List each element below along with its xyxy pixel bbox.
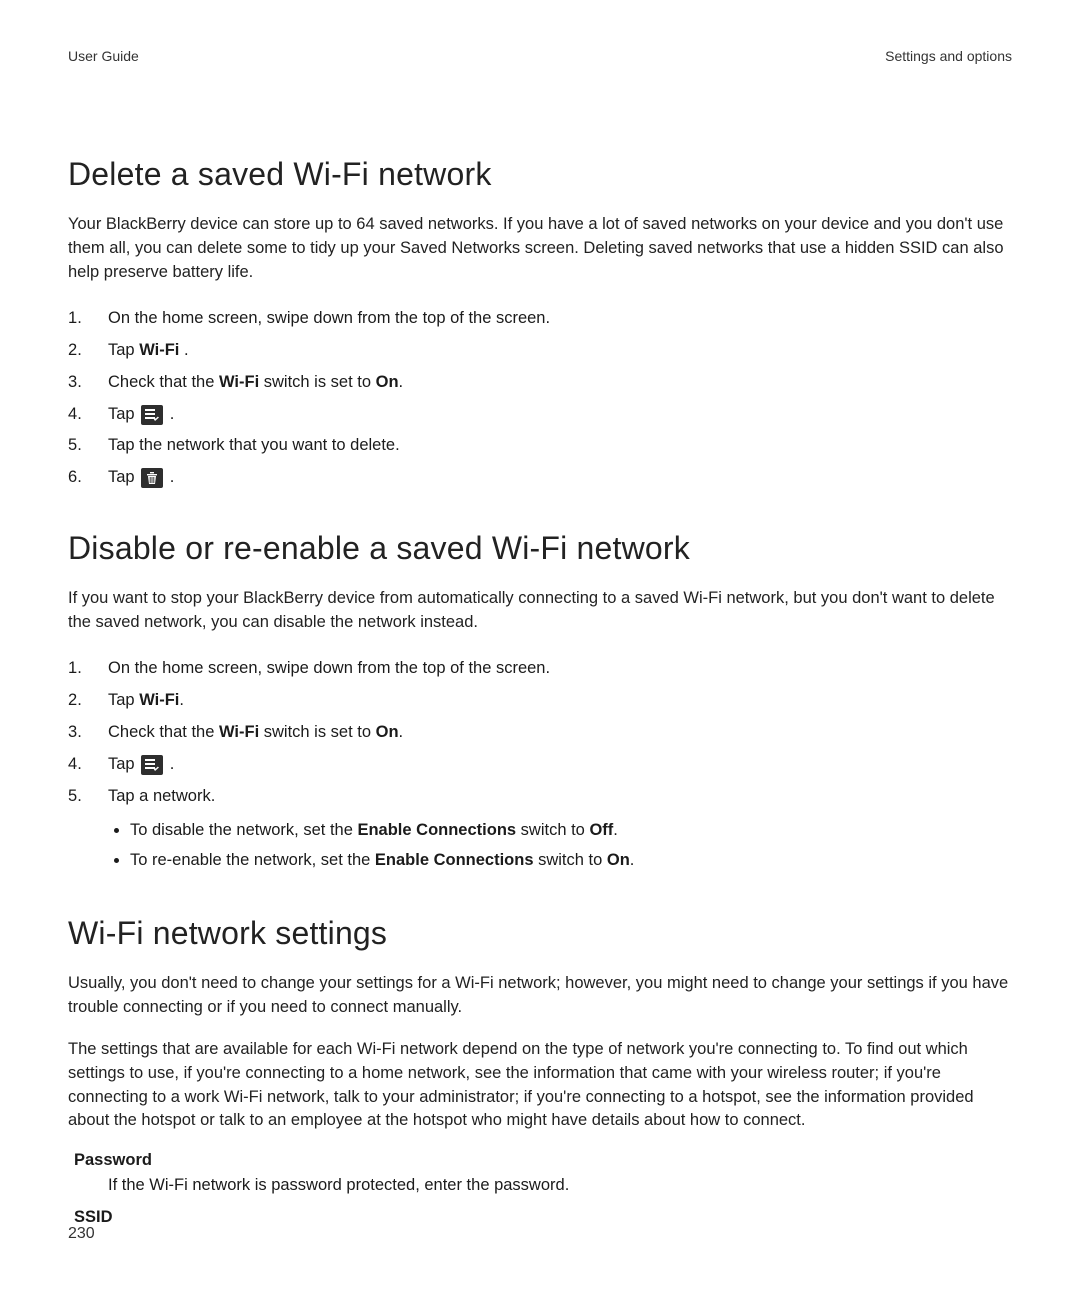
step: On the home screen, swipe down from the … [68,303,1012,335]
bold: Wi-Fi [219,373,259,391]
delete-icon [141,468,163,488]
step-text: switch to [516,821,589,839]
step-text: . [179,691,184,709]
term-ssid: SSID [74,1208,1012,1227]
header-right: Settings and options [885,48,1012,64]
step-text: . [613,821,618,839]
steps-delete: On the home screen, swipe down from the … [68,303,1012,495]
running-header: User Guide Settings and options [68,48,1012,64]
step-text: On the home screen, swipe down from the … [108,309,550,327]
steps-disable: On the home screen, swipe down from the … [68,653,1012,879]
step-text: . [399,723,404,741]
header-left: User Guide [68,48,139,64]
bold: On [607,851,630,869]
step-text: . [165,755,174,773]
bold: Enable Connections [357,821,516,839]
step: Check that the Wi-Fi switch is set to On… [68,367,1012,399]
bold: On [376,723,399,741]
step-text: Tap a network. [108,787,215,805]
step-text: Tap [108,755,139,773]
section-title-disable: Disable or re-enable a saved Wi-Fi netwo… [68,530,1012,567]
page-number: 230 [68,1225,95,1243]
term-password: Password [74,1151,1012,1170]
step-text: To re-enable the network, set the [130,851,375,869]
settings-p1: Usually, you don't need to change your s… [68,972,1012,1020]
bold: Wi-Fi [219,723,259,741]
step-text: Tap [108,468,139,486]
step-text: Tap the network that you want to delete. [108,436,400,454]
sub-step: To re-enable the network, set the Enable… [130,845,1012,875]
step-text: switch is set to [259,373,375,391]
section-delete: Delete a saved Wi-Fi network Your BlackB… [68,156,1012,494]
step: Tap . [68,749,1012,781]
step: Tap . [68,399,1012,431]
step-text: To disable the network, set the [130,821,357,839]
step-text: . [399,373,404,391]
step: Tap a network. To disable the network, s… [68,781,1012,879]
section-settings: Wi-Fi network settings Usually, you don'… [68,915,1012,1227]
bold: Wi-Fi [139,691,179,709]
def-password: If the Wi-Fi network is password protect… [108,1174,1012,1198]
sub-step: To disable the network, set the Enable C… [130,815,1012,845]
sub-steps: To disable the network, set the Enable C… [108,815,1012,875]
step-text: . [165,468,174,486]
intro-disable: If you want to stop your BlackBerry devi… [68,587,1012,635]
saved-networks-icon [141,405,163,425]
step: Tap . [68,462,1012,494]
step-text: switch to [534,851,607,869]
bold: Wi-Fi [139,341,184,359]
step: Tap the network that you want to delete. [68,430,1012,462]
step: Tap Wi-Fi. [68,685,1012,717]
step-text: . [165,405,174,423]
bold: Enable Connections [375,851,534,869]
step-text: Tap [108,341,139,359]
bold: On [376,373,399,391]
intro-delete: Your BlackBerry device can store up to 6… [68,213,1012,285]
step-text: On the home screen, swipe down from the … [108,659,550,677]
settings-p2: The settings that are available for each… [68,1038,1012,1134]
step-text: Check that the [108,723,219,741]
step-text: Tap [108,691,139,709]
bold: Off [589,821,613,839]
step: Check that the Wi-Fi switch is set to On… [68,717,1012,749]
step-text: switch is set to [259,723,375,741]
section-title-settings: Wi-Fi network settings [68,915,1012,952]
step-text: Check that the [108,373,219,391]
step: On the home screen, swipe down from the … [68,653,1012,685]
step: Tap Wi-Fi . [68,335,1012,367]
step-text: . [630,851,635,869]
section-title-delete: Delete a saved Wi-Fi network [68,156,1012,193]
page: User Guide Settings and options Delete a… [0,0,1080,1303]
definition-list: Password If the Wi-Fi network is passwor… [68,1151,1012,1227]
step-text: Tap [108,405,139,423]
step-text: . [184,341,189,359]
saved-networks-icon [141,755,163,775]
section-disable: Disable or re-enable a saved Wi-Fi netwo… [68,530,1012,879]
